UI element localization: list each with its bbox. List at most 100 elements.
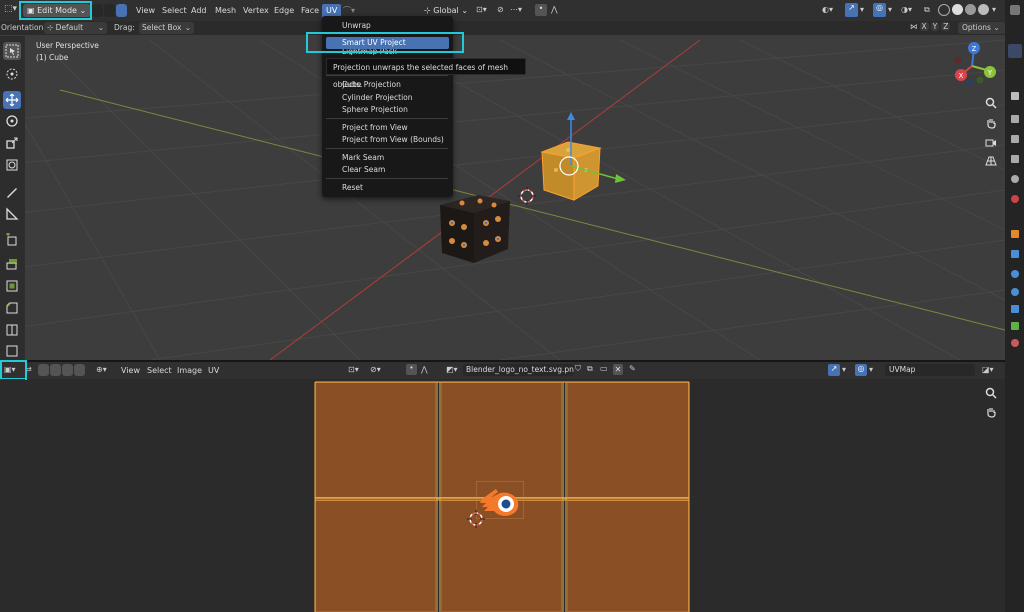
render-tab-icon[interactable]: [1011, 115, 1019, 123]
uv-overlay-toggle-icon[interactable]: ◎: [855, 364, 867, 376]
uv-sticky-select-icon[interactable]: ⊕▾: [96, 365, 107, 374]
image-name-field[interactable]: Blender_logo_no_text.svg.png: [463, 364, 574, 376]
2d-cursor[interactable]: [467, 510, 485, 528]
grid-view-icon[interactable]: [982, 152, 1000, 170]
gizmo-toggle-icon[interactable]: ↗: [845, 3, 858, 17]
uv-editor[interactable]: [0, 362, 1005, 612]
loop-tools-icon[interactable]: ⌒▾: [343, 5, 355, 16]
overlay-toggle-icon[interactable]: ◎: [873, 3, 886, 17]
vertex-select-icon[interactable]: [92, 4, 103, 17]
menu-vertex[interactable]: Vertex: [243, 4, 269, 18]
zoom-icon[interactable]: [982, 94, 1000, 112]
uv-overlay-dropdown-icon[interactable]: ▾: [869, 365, 873, 374]
uv-menu-view[interactable]: View: [121, 364, 140, 378]
uv-menu-uv[interactable]: UV: [208, 364, 219, 378]
image-close-icon[interactable]: ✕: [613, 364, 623, 375]
uv-gizmo-dropdown-icon[interactable]: ▾: [842, 365, 846, 374]
mirror-z-toggle[interactable]: Z: [941, 22, 951, 31]
tool-tab-icon[interactable]: [1011, 92, 1019, 100]
pin-icon[interactable]: ✎: [629, 364, 636, 373]
uv-zoom-icon[interactable]: [982, 384, 1000, 402]
uv-menu-select[interactable]: Select: [147, 364, 172, 378]
loop-cut-tool-icon[interactable]: [3, 321, 21, 339]
menu-select[interactable]: Select: [162, 4, 187, 18]
menu-item-project-from-view-bounds[interactable]: Project from View (Bounds): [342, 134, 444, 146]
rotate-tool-icon[interactable]: [3, 112, 21, 130]
mesh-overlay-icon[interactable]: ◑▾: [901, 5, 912, 14]
uv-island-select-icon[interactable]: [74, 364, 85, 376]
xray-icon[interactable]: ⧉: [924, 5, 930, 15]
menu-item-project-from-view[interactable]: Project from View: [342, 122, 408, 134]
editor-type-icon[interactable]: ⬚▾: [4, 4, 20, 17]
material-tab-icon[interactable]: [1011, 339, 1019, 347]
uv-display-channels-icon[interactable]: ◪▾: [982, 365, 994, 374]
select-box-tool-icon[interactable]: [3, 42, 21, 60]
menu-item-mark-seam[interactable]: Mark Seam: [342, 152, 384, 164]
scene-tab-icon[interactable]: [1011, 175, 1019, 183]
rendered-shading-icon[interactable]: [978, 4, 989, 15]
pan-hand-icon[interactable]: [982, 114, 1000, 132]
extrude-tool-icon[interactable]: [3, 255, 21, 273]
image-open-icon[interactable]: ▭: [600, 364, 608, 373]
uv-face-select-icon[interactable]: [62, 364, 73, 376]
3d-cursor[interactable]: [518, 187, 536, 205]
particles-tab-icon[interactable]: [1011, 270, 1019, 278]
uvmap-field[interactable]: UVMap: [885, 364, 975, 376]
menu-view[interactable]: View: [136, 4, 155, 18]
view-layer-tab-icon[interactable]: [1011, 155, 1019, 163]
snap-target-icon[interactable]: ⋯▾: [510, 5, 522, 14]
uv-gizmo-toggle-icon[interactable]: ↗: [828, 364, 840, 376]
uv-pan-hand-icon[interactable]: [982, 403, 1000, 421]
knife-tool-icon[interactable]: [3, 343, 21, 359]
image-duplicate-icon[interactable]: ⧉: [587, 364, 593, 374]
physics-tab-icon[interactable]: [1011, 288, 1019, 296]
uv-snap-icon[interactable]: ⊘▾: [370, 365, 381, 374]
navigation-gizmo[interactable]: Z Y X: [946, 40, 1000, 86]
menu-item-cylinder-projection[interactable]: Cylinder Projection: [342, 92, 413, 104]
menu-mesh[interactable]: Mesh: [215, 4, 236, 18]
shading-buttons[interactable]: [938, 4, 989, 16]
menu-add[interactable]: Add: [191, 4, 207, 18]
visibility-icon[interactable]: ◐▾: [822, 5, 833, 14]
menu-item-reset[interactable]: Reset: [342, 182, 363, 194]
image-fake-user-icon[interactable]: ⛉: [575, 364, 581, 374]
camera-icon[interactable]: [982, 133, 1000, 151]
uv-menu-image[interactable]: Image: [177, 364, 202, 378]
modifier-tab-icon[interactable]: [1011, 250, 1019, 258]
cursor-tool-icon[interactable]: [3, 65, 21, 83]
viewport-3d[interactable]: User Perspective (1) Cube Z Y X: [0, 0, 1005, 360]
image-browse-icon[interactable]: ◩▾: [446, 365, 458, 374]
bevel-tool-icon[interactable]: [3, 299, 21, 317]
menu-item-clear-seam[interactable]: Clear Seam: [342, 164, 385, 176]
constraints-tab-icon[interactable]: [1011, 305, 1019, 313]
properties-active-tab[interactable]: [1008, 44, 1022, 58]
mirror-x-toggle[interactable]: X: [919, 22, 929, 31]
options-dropdown[interactable]: Options ⌄: [958, 22, 1006, 34]
material-shading-icon[interactable]: [965, 4, 976, 15]
wireframe-shading-icon[interactable]: [938, 4, 950, 16]
menu-face[interactable]: Face: [301, 4, 319, 18]
properties-header-icon[interactable]: [1010, 5, 1020, 15]
edge-select-icon[interactable]: [104, 4, 115, 17]
falloff-icon[interactable]: ⋀: [551, 5, 558, 14]
transform-tool-icon[interactable]: [3, 156, 21, 174]
uv-pivot-icon[interactable]: ⊡▾: [348, 365, 359, 374]
uv-proportional-icon[interactable]: •: [406, 364, 417, 375]
menu-item-unwrap[interactable]: Unwrap: [342, 20, 371, 32]
object-tab-icon[interactable]: [1011, 230, 1019, 238]
gizmo-dropdown-icon[interactable]: ▾: [860, 5, 864, 14]
measure-tool-icon[interactable]: [3, 205, 21, 223]
uv-select-mode-buttons[interactable]: [38, 364, 85, 376]
add-cube-tool-icon[interactable]: [3, 231, 21, 249]
data-tab-icon[interactable]: [1011, 322, 1019, 330]
uv-vertex-select-icon[interactable]: [38, 364, 49, 376]
output-tab-icon[interactable]: [1011, 135, 1019, 143]
orientation-dropdown[interactable]: ⊹ Default ⌄: [44, 22, 107, 34]
mirror-y-toggle[interactable]: Y: [930, 22, 940, 31]
move-tool-icon[interactable]: [3, 91, 21, 109]
uv-edge-select-icon[interactable]: [50, 364, 61, 376]
overlay-dropdown-icon[interactable]: ▾: [888, 5, 892, 14]
menu-edge[interactable]: Edge: [274, 4, 294, 18]
face-select-icon[interactable]: [116, 4, 127, 17]
annotate-tool-icon[interactable]: [3, 183, 21, 201]
